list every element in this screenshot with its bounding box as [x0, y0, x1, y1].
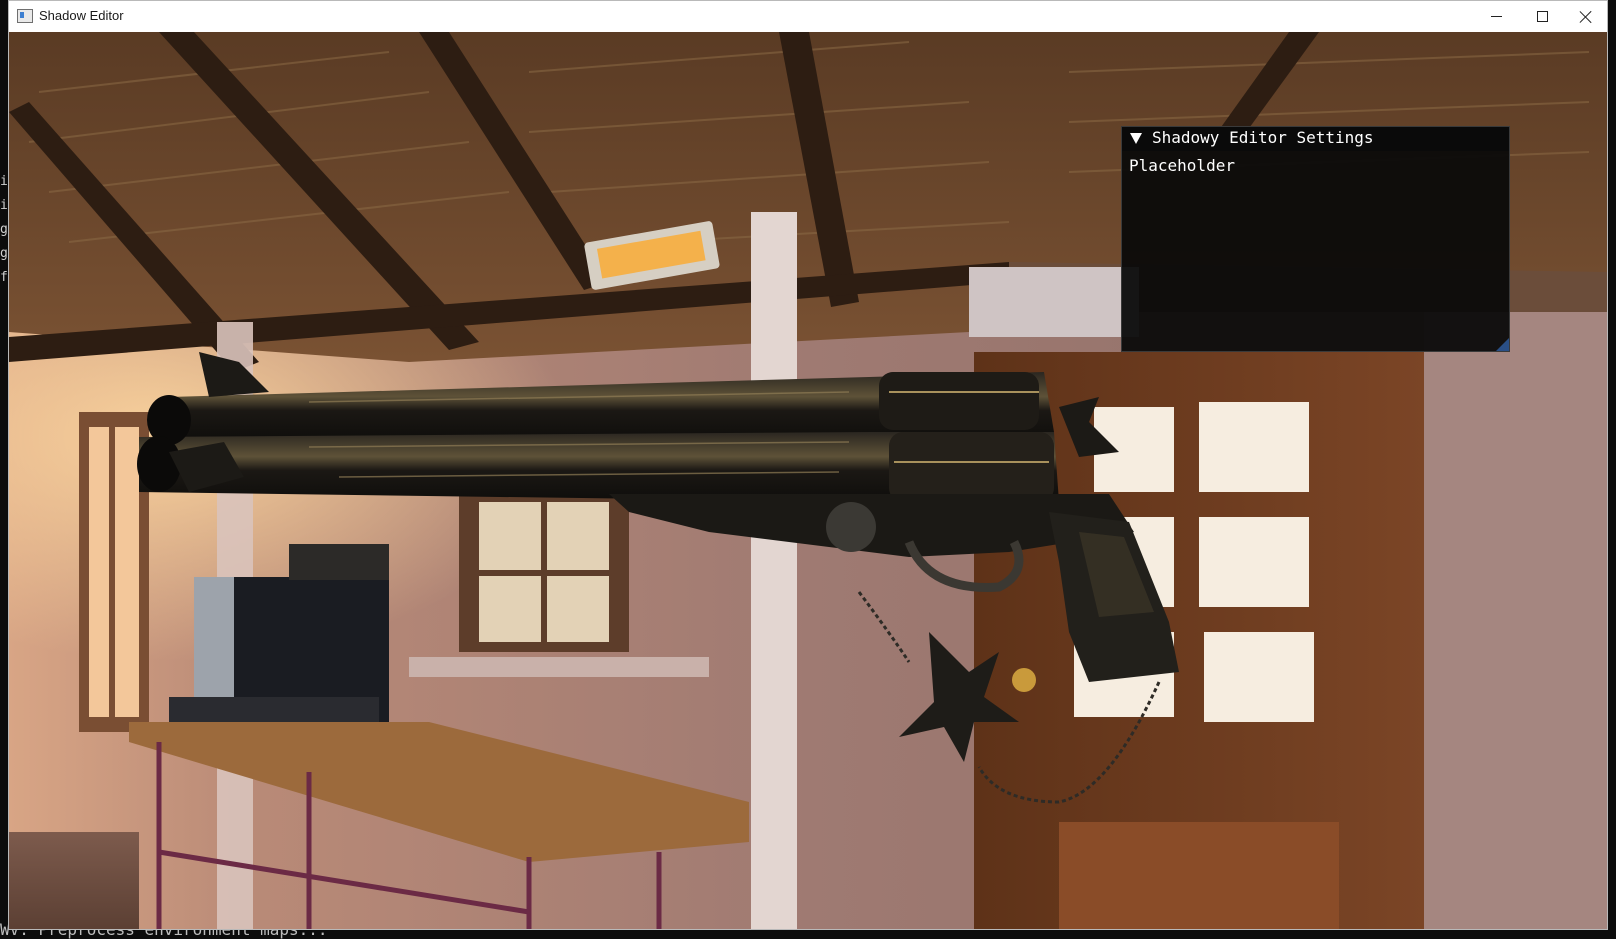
window-title: Shadow Editor [39, 8, 124, 23]
title-bar[interactable]: Shadow Editor [9, 1, 1607, 32]
console-fragment: g [0, 246, 8, 261]
app-window: Shadow Editor Shadowy Editor Settings Pl… [8, 0, 1608, 930]
minimize-icon [1490, 16, 1502, 17]
settings-panel[interactable]: Shadowy Editor Settings Placeholder [1121, 126, 1510, 352]
settings-panel-header[interactable]: Shadowy Editor Settings [1122, 127, 1509, 151]
minimize-button[interactable] [1473, 1, 1519, 32]
triangle-down-icon[interactable] [1130, 133, 1142, 144]
console-fragment: i [0, 198, 8, 213]
console-fragment: g [0, 222, 8, 237]
placeholder-text: Placeholder [1129, 156, 1235, 175]
maximize-button[interactable] [1519, 1, 1565, 32]
console-fragment: i [0, 174, 8, 189]
close-icon [1580, 11, 1592, 23]
app-icon [17, 9, 33, 23]
maximize-icon [1536, 11, 1548, 22]
resize-grip[interactable] [1496, 338, 1509, 351]
close-button[interactable] [1563, 1, 1607, 32]
console-fragment: f [0, 270, 8, 285]
console-side-text: i i g g f [0, 170, 8, 290]
settings-panel-title: Shadowy Editor Settings [1152, 128, 1374, 147]
